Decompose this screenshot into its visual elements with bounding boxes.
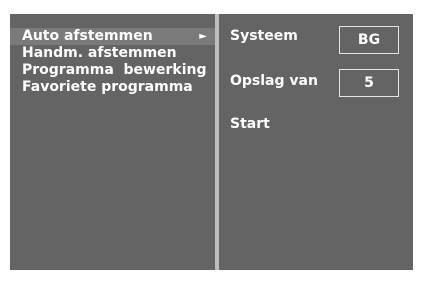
settings-panel: Systeem BG Opslag van 5 Start [219, 14, 413, 270]
menu-item-label: Handm. afstemmen [22, 45, 177, 61]
tuning-menu: Auto afstemmen ► Handm. afstemmen Progra… [10, 28, 215, 96]
menu-item-label: Favoriete programma [22, 79, 193, 95]
menu-item-manual-tuning[interactable]: Handm. afstemmen [10, 45, 215, 62]
system-label: Systeem [230, 28, 298, 44]
menu-item-program-edit[interactable]: Programma bewerking [10, 62, 215, 79]
arrow-right-icon: ► [199, 31, 207, 42]
menu-item-auto-tuning[interactable]: Auto afstemmen ► [10, 28, 215, 45]
system-value-box[interactable]: BG [339, 26, 399, 54]
storage-value-box[interactable]: 5 [339, 69, 399, 97]
menu-item-label: Auto afstemmen [22, 28, 153, 44]
start-option[interactable]: Start [230, 116, 270, 132]
storage-label: Opslag van [230, 73, 318, 89]
tv-osd-panel: Auto afstemmen ► Handm. afstemmen Progra… [10, 14, 413, 270]
menu-item-label: Programma bewerking [22, 62, 207, 78]
menu-item-favorite-program[interactable]: Favoriete programma [10, 79, 215, 96]
